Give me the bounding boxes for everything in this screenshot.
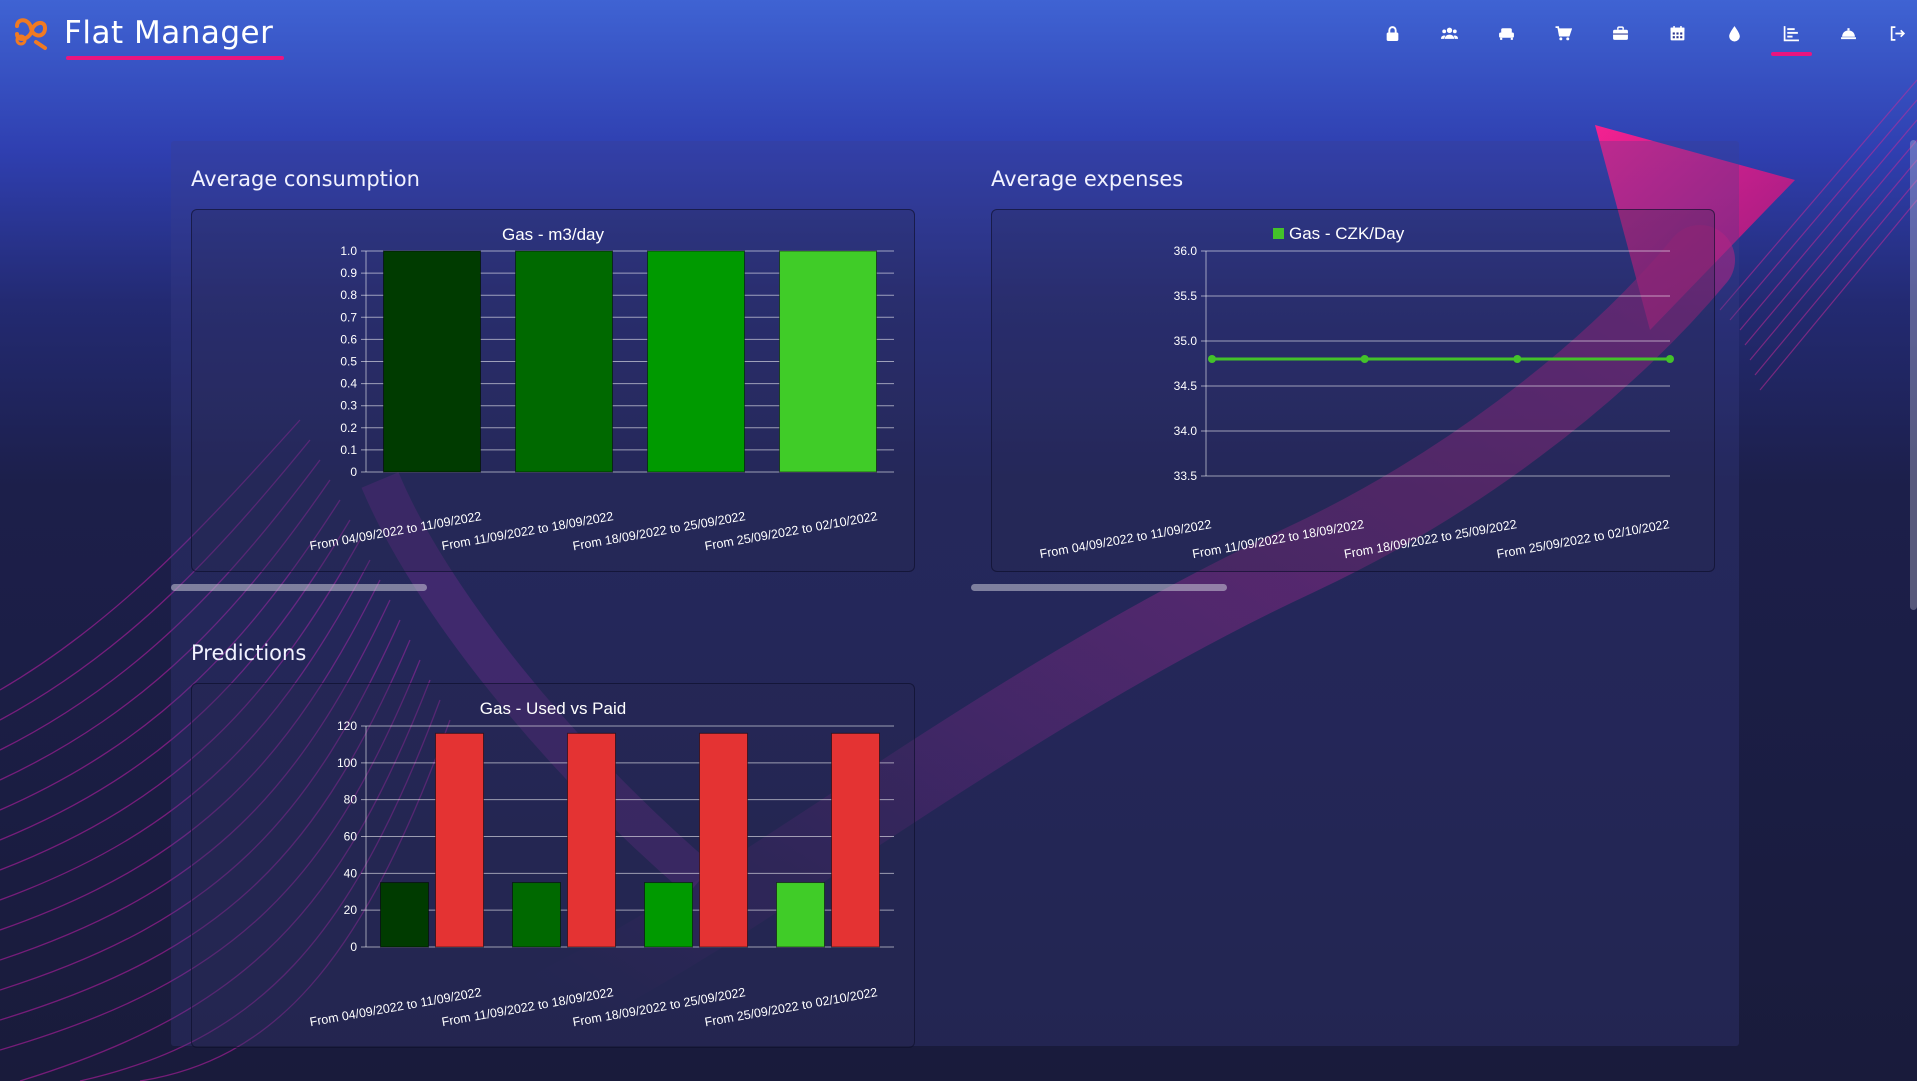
nav-users[interactable] xyxy=(1421,14,1478,52)
y-tick-label: 33.5 xyxy=(1174,469,1198,483)
data-point xyxy=(1666,355,1674,363)
y-tick-label: 36.0 xyxy=(1174,244,1198,258)
statistics-panel: Average consumption Average expenses Pre… xyxy=(171,141,1739,1048)
nav-icons xyxy=(1364,14,1917,56)
y-tick-label: 20 xyxy=(344,903,358,917)
bell-icon xyxy=(1841,27,1856,39)
users-icon xyxy=(1441,27,1458,39)
expenses-scrollbar[interactable] xyxy=(971,584,1227,591)
data-point xyxy=(1360,355,1369,363)
bar-used xyxy=(644,882,693,948)
nav-calendar[interactable] xyxy=(1649,14,1706,52)
y-tick-label: 34.5 xyxy=(1174,379,1198,393)
x-tick-label: From 18/09/2022 to 25/09/2022 xyxy=(1343,517,1518,561)
sofa-icon xyxy=(1499,27,1514,40)
page-scrollbar[interactable] xyxy=(1910,140,1917,610)
nav-services[interactable] xyxy=(1820,14,1877,52)
data-point xyxy=(1513,355,1522,363)
y-tick-label: 0.5 xyxy=(340,355,357,369)
y-tick-label: 120 xyxy=(337,719,357,733)
y-tick-label: 60 xyxy=(344,830,358,844)
consumption-title: Average consumption xyxy=(191,167,420,191)
x-tick-label: From 04/09/2022 to 11/09/2022 xyxy=(1039,517,1213,561)
bar xyxy=(779,250,877,473)
bar-paid xyxy=(567,732,616,948)
chart-title: Gas - m3/day xyxy=(502,225,605,244)
y-tick-label: 100 xyxy=(337,756,357,770)
legend-label: Gas - CZK/Day xyxy=(1289,224,1405,243)
logout-icon xyxy=(1890,25,1905,41)
data-point xyxy=(1208,355,1216,363)
predictions-title: Predictions xyxy=(191,641,307,665)
predictions-chart-card: Gas - Used vs Paid 0 20 40 60 80 100 120 From 04… xyxy=(191,683,915,1048)
chart-title: Gas - Used vs Paid xyxy=(480,699,626,718)
y-tick-label: 0.3 xyxy=(340,399,357,413)
bar-used xyxy=(512,882,561,948)
y-tick-label: 0.8 xyxy=(340,288,357,302)
y-tick-label: 0.6 xyxy=(340,332,357,346)
expenses-chart-card: Gas - CZK/Day 33.5 34.0 34.5 35.0 35.5 36.0 Fro… xyxy=(991,209,1715,572)
nav-lock[interactable] xyxy=(1364,14,1421,52)
nav-furniture[interactable] xyxy=(1478,14,1535,52)
y-tick-label: 40 xyxy=(344,866,358,880)
expenses-title: Average expenses xyxy=(991,167,1184,191)
y-tick-label: 35.0 xyxy=(1174,334,1198,348)
y-tick-label: 0.2 xyxy=(340,421,357,435)
consumption-chart: Gas - m3/day 0 0.1 0.2 0.3 0.4 0.5 0.6 0.7 0.8 0.9… xyxy=(309,225,894,553)
bar-paid xyxy=(435,732,484,948)
drop-icon xyxy=(1729,25,1740,41)
brand-underline xyxy=(66,56,284,60)
nav-shopping[interactable] xyxy=(1535,14,1592,52)
x-tick-label: From 25/09/2022 to 02/10/2022 xyxy=(1496,517,1671,561)
y-tick-label: 35.5 xyxy=(1174,289,1198,303)
calendar-icon xyxy=(1670,25,1685,40)
nav-work[interactable] xyxy=(1592,14,1649,52)
consumption-chart-card: Gas - m3/day 0 0.1 0.2 0.3 0.4 0.5 0.6 0.7 0.8 0.9… xyxy=(191,209,915,572)
y-tick-label: 0 xyxy=(350,940,357,954)
navbar: Flat Manager xyxy=(0,0,1917,70)
briefcase-icon xyxy=(1613,25,1628,40)
legend-swatch xyxy=(1273,228,1284,239)
bar xyxy=(383,250,481,473)
nav-statistics[interactable] xyxy=(1763,14,1820,56)
cart-icon xyxy=(1555,25,1572,40)
bar-used xyxy=(776,882,825,948)
app-title: Flat Manager xyxy=(64,15,274,51)
predictions-chart: Gas - Used vs Paid020406080100120From 04… xyxy=(309,699,894,1029)
bar xyxy=(647,250,745,473)
bar-used xyxy=(380,882,429,948)
y-tick-label: 34.0 xyxy=(1174,424,1198,438)
brand[interactable]: Flat Manager xyxy=(12,14,273,52)
nav-logout[interactable] xyxy=(1877,14,1917,52)
y-tick-label: 1.0 xyxy=(340,244,357,258)
x-tick-label: From 11/09/2022 to 18/09/2022 xyxy=(1191,517,1365,561)
y-tick-label: 80 xyxy=(344,793,358,807)
y-tick-label: 0.9 xyxy=(340,266,357,280)
bar xyxy=(515,250,613,473)
chart-icon xyxy=(1783,25,1799,41)
expenses-chart: Gas - CZK/Day 33.5 34.0 34.5 35.0 35.5 36.0 Fro… xyxy=(1039,224,1674,561)
y-tick-label: 0.7 xyxy=(340,310,357,324)
bar-paid xyxy=(699,732,748,948)
consumption-scrollbar[interactable] xyxy=(171,584,427,591)
y-tick-label: 0.1 xyxy=(340,443,357,457)
y-tick-label: 0 xyxy=(350,465,357,479)
y-tick-label: 0.4 xyxy=(340,377,357,391)
flat-manager-logo-icon xyxy=(15,18,48,50)
lock-icon xyxy=(1386,25,1399,41)
nav-utilities[interactable] xyxy=(1706,14,1763,52)
bar-paid xyxy=(831,732,880,948)
